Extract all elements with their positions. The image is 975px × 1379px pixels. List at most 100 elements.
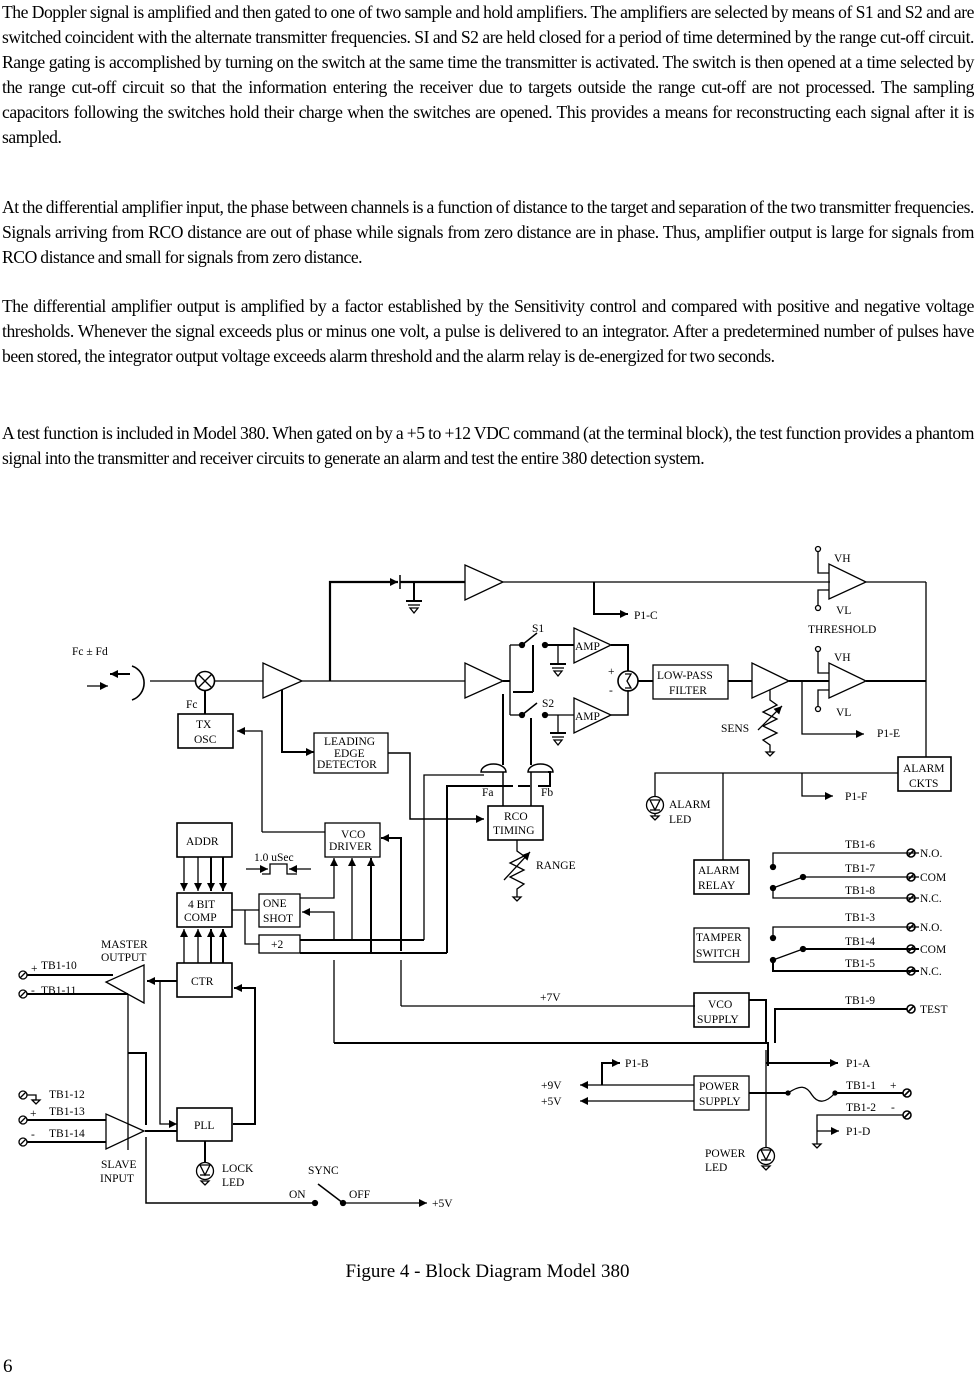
paragraph-test-function: A test function is included in Model 380… — [2, 423, 974, 468]
label-vl-lower: VL — [836, 707, 851, 719]
figure-caption: Figure 4 - Block Diagram Model 380 — [345, 1261, 630, 1282]
label-plus: + — [608, 666, 615, 678]
label-tb1-9: TB1-9 — [845, 995, 875, 1007]
label-s2: S2 — [542, 698, 554, 710]
label-plus9v: +9V — [541, 1080, 562, 1092]
addr-label: ADDR — [186, 836, 219, 848]
vco-supply-label-1: VCO — [708, 999, 732, 1011]
label-minus-tb1-2: - — [891, 1102, 895, 1114]
alarm-relay-label-1: ALARM — [698, 865, 740, 877]
label-p1e: P1-E — [877, 728, 900, 740]
power-led-icon — [756, 1146, 776, 1171]
peak-amplifier — [464, 563, 505, 602]
lock-led-label-1: LOCK — [222, 1163, 254, 1175]
lock-led-icon — [195, 1161, 215, 1186]
ctr-label: CTR — [191, 976, 214, 988]
vco-supply-label-2: SUPPLY — [697, 1014, 739, 1026]
label-p1a: P1-A — [846, 1058, 871, 1070]
label-minus-tb1-11: - — [31, 985, 35, 997]
leading-edge-label-1: LEADING — [324, 736, 375, 748]
label-com-alarm: COM — [920, 872, 946, 884]
label-s1: S1 — [532, 623, 544, 635]
power-supply-label-2: SUPPLY — [699, 1096, 741, 1108]
label-p1f: P1-F — [845, 791, 867, 803]
label-p1c: P1-C — [634, 610, 658, 622]
label-tb1-12: TB1-12 — [49, 1089, 85, 1101]
slave-input-label-2: INPUT — [100, 1173, 134, 1185]
gate-fb-icon — [527, 763, 554, 773]
alarm-relay-label-2: RELAY — [698, 880, 736, 892]
tamper-label-2: SWITCH — [696, 948, 740, 960]
alarm-led-label-1: ALARM — [669, 799, 711, 811]
label-fa: Fa — [482, 787, 494, 799]
pulse-width-icon — [246, 863, 311, 875]
summing-junction-icon — [617, 670, 639, 692]
alarm-ckts-label-2: CKTS — [909, 778, 938, 790]
one-shot-label-1: ONE — [263, 898, 287, 910]
label-nc-alarm: N.C. — [920, 893, 942, 905]
power-supply-label-1: POWER — [699, 1081, 740, 1093]
doppler-amplifier — [464, 661, 505, 700]
mixer-icon — [194, 670, 216, 692]
lpf-label-1: LOW-PASS — [657, 670, 713, 682]
amp2-label: AMP — [575, 711, 600, 723]
label-minus: - — [609, 685, 613, 697]
power-led-label-2: LED — [705, 1162, 727, 1174]
master-output-driver — [104, 963, 145, 1005]
label-tb1-1: TB1-1 — [846, 1080, 876, 1092]
label-tb1-8: TB1-8 — [845, 885, 875, 897]
label-fb: Fb — [541, 787, 553, 799]
label-p1b: P1-B — [625, 1058, 649, 1070]
lock-led-label-2: LED — [222, 1177, 244, 1189]
label-tb1-4: TB1-4 — [845, 936, 875, 948]
vco-driver-label-2: DRIVER — [329, 841, 372, 853]
label-minus-tb1-14: - — [31, 1129, 35, 1141]
paragraph-sensitivity: The differential amplifier output is amp… — [2, 296, 974, 366]
label-vh-upper: VH — [834, 553, 851, 565]
rco-timing-label-1: RCO — [504, 811, 528, 823]
label-no-tamper: N.O. — [920, 922, 942, 934]
label-tb1-14: TB1-14 — [49, 1128, 85, 1140]
gate-fa-icon — [480, 763, 507, 773]
label-p1d: P1-D — [846, 1126, 870, 1138]
threshold-comparator-lower — [828, 661, 868, 700]
label-range: RANGE — [536, 860, 576, 872]
label-plus5v: +5V — [541, 1096, 562, 1108]
label-plus5v-sync: +5V — [432, 1198, 453, 1210]
label-plus-tb1-10: + — [31, 963, 38, 975]
label-fc-fd: Fc ± Fd — [72, 646, 108, 658]
label-nc-tamper: N.C. — [920, 966, 942, 978]
master-output-label-1: MASTER — [101, 939, 148, 951]
label-tb1-11: TB1-11 — [41, 985, 77, 997]
tamper-label-1: TAMPER — [696, 932, 742, 944]
master-output-label-2: OUTPUT — [101, 952, 146, 964]
label-sync: SYNC — [308, 1165, 339, 1177]
label-fc: Fc — [186, 699, 198, 711]
paragraph-differential-input: At the differential amplifier input, the… — [2, 197, 974, 267]
label-threshold: THRESHOLD — [808, 624, 876, 636]
label-sens: SENS — [721, 723, 749, 735]
label-tb1-6: TB1-6 — [845, 839, 875, 851]
block-diagram: Fc ± Fd Fc TX OSC LEADING EDGE DETECTOR … — [18, 545, 952, 1210]
slave-input-label-1: SLAVE — [101, 1159, 137, 1171]
relay-terminals — [902, 848, 916, 1120]
label-vl-upper: VL — [836, 605, 851, 617]
comp-label-2: COMP — [184, 912, 217, 924]
alarm-ckts-label-1: ALARM — [903, 763, 945, 775]
label-plus-tb1-1: + — [890, 1080, 897, 1092]
label-com-tamper: COM — [920, 944, 946, 956]
power-led-label-1: POWER — [705, 1148, 746, 1160]
alarm-led-icon — [645, 795, 665, 821]
tx-osc-label-2: OSC — [194, 734, 217, 746]
label-tb1-13: TB1-13 — [49, 1106, 85, 1118]
label-tb1-2: TB1-2 — [846, 1102, 876, 1114]
label-tb1-3: TB1-3 — [845, 912, 875, 924]
vco-driver-label-1: VCO — [341, 829, 365, 841]
threshold-comparator-upper — [828, 562, 868, 601]
leading-edge-label-3: DETECTOR — [317, 759, 377, 771]
comp-label-1: 4 BIT — [188, 899, 215, 911]
amp1-label: AMP — [575, 641, 600, 653]
lpf-label-2: FILTER — [669, 685, 707, 697]
paragraph-sample-hold: The Doppler signal is amplified and then… — [2, 2, 974, 147]
page-number: 6 — [3, 1356, 13, 1377]
